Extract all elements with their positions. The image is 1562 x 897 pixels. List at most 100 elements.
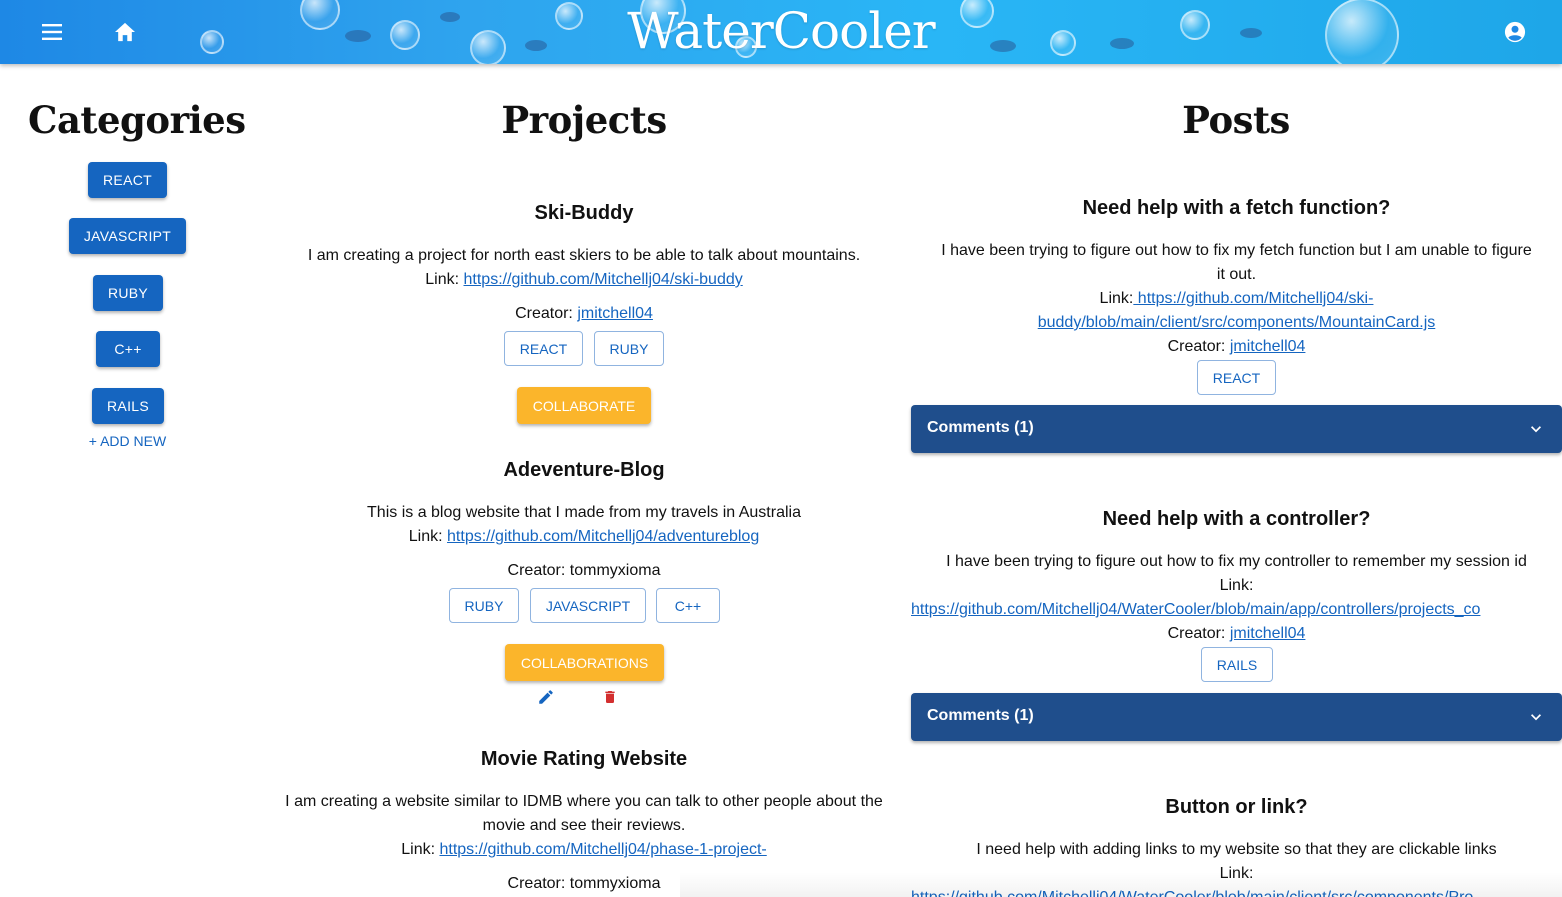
project-description: I am creating a website similar to IDMB … bbox=[252, 790, 916, 862]
bubble-decoration bbox=[390, 20, 420, 50]
drop-decoration bbox=[345, 30, 371, 42]
project-description: This is a blog website that I made from … bbox=[260, 501, 908, 549]
link-label: Link: bbox=[1219, 577, 1254, 594]
pencil-icon[interactable] bbox=[534, 685, 558, 709]
chevron-down-icon bbox=[1526, 419, 1546, 439]
bubble-decoration bbox=[735, 36, 757, 58]
creator-name: tommyxioma bbox=[569, 562, 661, 579]
chevron-down-icon bbox=[1526, 707, 1546, 727]
account-circle-icon[interactable] bbox=[1499, 16, 1531, 48]
bubble-decoration bbox=[1050, 30, 1076, 56]
post-link-line: https://github.com/Mitchellj04/WaterCool… bbox=[911, 598, 1562, 622]
post-tag-react[interactable]: REACT bbox=[1197, 360, 1276, 395]
comments-accordion[interactable]: Comments (1) bbox=[911, 405, 1562, 453]
posts-title: Posts bbox=[1182, 98, 1290, 142]
project-tag-javascript[interactable]: JAVASCRIPT bbox=[530, 588, 646, 623]
project-link[interactable]: https://github.com/Mitchellj04/phase-1-p… bbox=[439, 841, 766, 858]
creator-label: Creator: bbox=[1167, 338, 1226, 355]
post-title: Need help with a fetch function? bbox=[1082, 197, 1391, 219]
bubble-decoration bbox=[1325, 0, 1399, 64]
post-link-line: Link: https://github.com/Mitchellj04/ski… bbox=[911, 287, 1562, 311]
post-body-text: I have been trying to figure out how to … bbox=[946, 553, 1527, 570]
category-button-rails[interactable]: RAILS bbox=[92, 388, 164, 424]
creator-label: Creator: bbox=[515, 305, 573, 322]
project-description-text: I am creating a project for north east s… bbox=[307, 247, 861, 264]
post-link[interactable]: https://github.com/Mitchellj04/WaterCool… bbox=[911, 601, 1480, 618]
post-link-continued[interactable]: buddy/blob/main/client/src/components/Mo… bbox=[911, 311, 1562, 335]
collaborate-button[interactable]: COLLABORATE bbox=[517, 387, 651, 424]
project-tag-react[interactable]: REACT bbox=[504, 331, 583, 366]
link-label: Link: bbox=[425, 271, 460, 288]
comments-accordion[interactable]: Comments (1) bbox=[911, 693, 1562, 741]
categories-title: Categories bbox=[28, 98, 246, 142]
project-tag-ruby[interactable]: RUBY bbox=[449, 588, 519, 623]
comments-label: Comments (1) bbox=[927, 707, 1034, 724]
post-body: I have been trying to figure out how to … bbox=[911, 550, 1562, 646]
project-tag-cpp[interactable]: C++ bbox=[656, 588, 720, 623]
post-title: Button or link? bbox=[1165, 796, 1308, 818]
bubble-decoration bbox=[640, 0, 686, 34]
category-button-cpp[interactable]: C++ bbox=[96, 331, 160, 367]
project-link-line: Link: https://github.com/Mitchellj04/pha… bbox=[252, 838, 916, 862]
comments-label: Comments (1) bbox=[927, 419, 1034, 436]
drop-decoration bbox=[525, 40, 547, 51]
link-label: Link: bbox=[401, 841, 436, 858]
project-link[interactable]: https://github.com/Mitchellj04/ski-buddy bbox=[464, 271, 743, 288]
project-creator-line: Creator: tommyxioma bbox=[260, 872, 908, 896]
post-body-text: I need help with adding links to my webs… bbox=[976, 841, 1497, 858]
creator-link[interactable]: jmitchell04 bbox=[577, 305, 653, 322]
add-category-button[interactable]: + ADD NEW bbox=[60, 433, 195, 449]
collaborations-button[interactable]: COLLABORATIONS bbox=[505, 644, 664, 681]
link-label: Link: bbox=[408, 528, 443, 545]
project-description-text: This is a blog website that I made from … bbox=[367, 504, 801, 521]
post-body: I need help with adding links to my webs… bbox=[911, 838, 1562, 897]
post-link-line: https://github.com/Mitchellj04/WaterCool… bbox=[911, 886, 1562, 897]
bubble-decoration bbox=[1180, 10, 1210, 40]
link-label: Link: bbox=[1219, 865, 1254, 882]
post-link[interactable]: https://github.com/Mitchellj04/ski- bbox=[1133, 290, 1374, 307]
project-description-text: movie and see their reviews. bbox=[482, 817, 686, 834]
creator-label: Creator: bbox=[507, 875, 566, 892]
project-description: I am creating a project for north east s… bbox=[260, 244, 908, 292]
link-label: Link: bbox=[1099, 290, 1134, 307]
drop-decoration bbox=[990, 40, 1016, 52]
project-tag-ruby[interactable]: RUBY bbox=[594, 331, 664, 366]
home-icon[interactable] bbox=[109, 16, 141, 48]
project-link-line: Link: https://github.com/Mitchellj04/adv… bbox=[260, 525, 908, 549]
creator-name: tommyxioma bbox=[569, 875, 661, 892]
trash-icon[interactable] bbox=[598, 685, 622, 709]
post-link[interactable]: https://github.com/Mitchellj04/WaterCool… bbox=[911, 889, 1473, 897]
project-description-text: I am creating a website similar to IDMB … bbox=[285, 793, 883, 810]
bubble-decoration bbox=[200, 30, 224, 54]
bubble-decoration bbox=[555, 2, 583, 30]
bubble-decoration bbox=[960, 0, 994, 28]
menu-icon[interactable] bbox=[37, 16, 69, 48]
creator-label: Creator: bbox=[1167, 625, 1226, 642]
project-title: Ski-Buddy bbox=[534, 202, 634, 224]
category-button-ruby[interactable]: RUBY bbox=[93, 275, 163, 311]
projects-title: Projects bbox=[501, 98, 667, 142]
post-body-text: I have been trying to figure out how to … bbox=[941, 242, 1532, 259]
post-title: Need help with a controller? bbox=[1102, 508, 1371, 530]
bubble-decoration bbox=[470, 30, 506, 64]
project-link[interactable]: https://github.com/Mitchellj04/adventure… bbox=[447, 528, 759, 545]
creator-label: Creator: bbox=[507, 562, 566, 579]
creator-link[interactable]: jmitchell04 bbox=[1230, 625, 1306, 642]
bubble-decoration bbox=[300, 0, 340, 30]
app-bar: WaterCooler bbox=[0, 0, 1562, 64]
project-creator-line: Creator: jmitchell04 bbox=[260, 302, 908, 326]
category-button-react[interactable]: REACT bbox=[88, 162, 167, 198]
project-title: Movie Rating Website bbox=[480, 748, 688, 770]
project-creator-line: Creator: tommyxioma bbox=[260, 559, 908, 583]
drop-decoration bbox=[1240, 28, 1262, 38]
project-title: Adeventure-Blog bbox=[503, 459, 665, 481]
post-tag-rails[interactable]: RAILS bbox=[1201, 647, 1273, 682]
project-link-line: Link: https://github.com/Mitchellj04/ski… bbox=[260, 268, 908, 292]
drop-decoration bbox=[440, 12, 460, 22]
post-creator-line: Creator: jmitchell04 bbox=[911, 622, 1562, 646]
post-body-text: it out. bbox=[1216, 266, 1257, 283]
drop-decoration bbox=[1110, 38, 1134, 49]
post-body: I have been trying to figure out how to … bbox=[911, 239, 1562, 359]
category-button-javascript[interactable]: JAVASCRIPT bbox=[69, 218, 186, 254]
creator-link[interactable]: jmitchell04 bbox=[1230, 338, 1306, 355]
